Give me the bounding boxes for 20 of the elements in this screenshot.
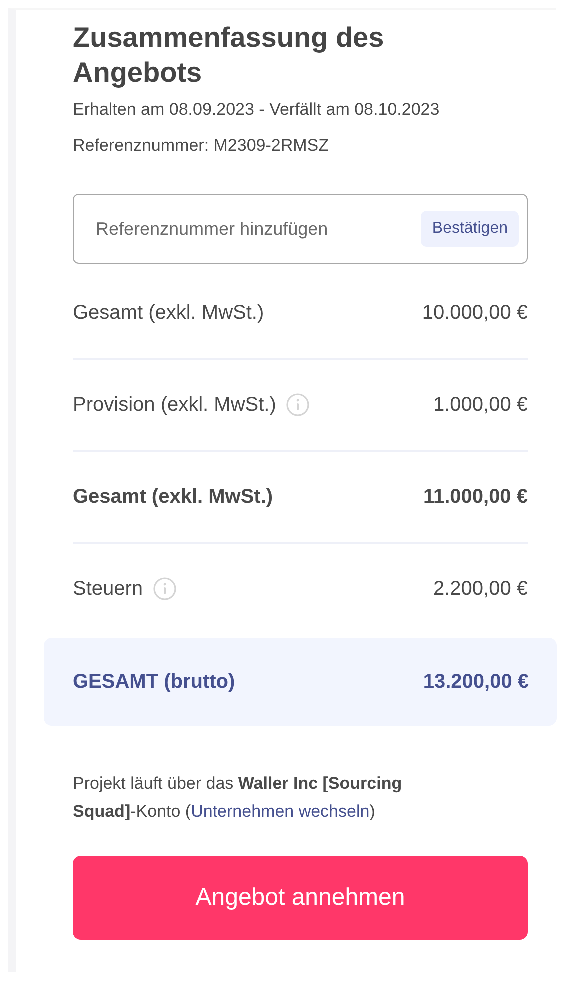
account-note: Projekt läuft über das Waller Inc [Sourcing Squad]-Konto (Unternehmen wechseln) <box>73 773 404 823</box>
offer-dates: Erhalten am 08.09.2023 - Verfällt am 08.10.2023 <box>73 99 441 121</box>
accept-offer-button[interactable]: Angebot annehmen <box>73 856 528 940</box>
total-label: GESAMT (brutto) <box>73 670 236 695</box>
summary-title: Zusammenfassung des Angebots <box>73 21 386 90</box>
row-label: Provision (exkl. MwSt.) <box>73 393 276 417</box>
row-label: Gesamt (exkl. MwSt.) <box>73 301 264 325</box>
total-value: 13.200,00 € <box>423 670 529 695</box>
info-icon[interactable] <box>153 577 178 601</box>
row-value: 2.200,00 € <box>433 577 528 601</box>
change-company-link[interactable]: Unternehmen wechseln <box>191 802 370 821</box>
row-value: 1.000,00 € <box>433 393 528 417</box>
confirm-button[interactable]: Bestätigen <box>421 211 519 247</box>
reference-field[interactable]: Referenznummer hinzufügen Bestätigen <box>73 194 528 264</box>
info-icon[interactable] <box>286 393 310 417</box>
row-value: 10.000,00 € <box>422 301 528 325</box>
row-label: Steuern <box>73 577 144 601</box>
row-label: Gesamt (exkl. MwSt.) <box>73 485 274 509</box>
row-value: 11.000,00 € <box>423 485 528 509</box>
reference-number: Referenznummer: M2309-2RMSZ <box>73 135 330 157</box>
